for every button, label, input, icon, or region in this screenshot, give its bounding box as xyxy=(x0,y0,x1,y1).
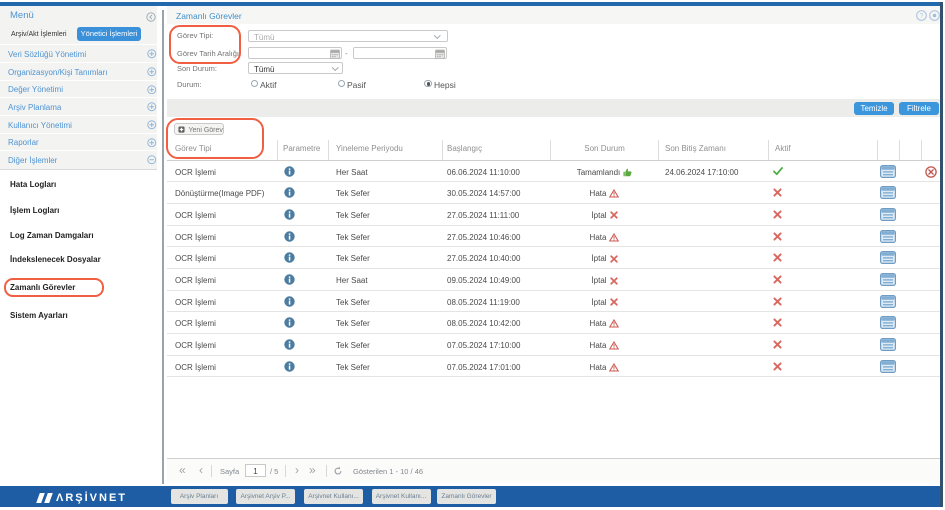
svg-text:?: ? xyxy=(920,13,924,20)
